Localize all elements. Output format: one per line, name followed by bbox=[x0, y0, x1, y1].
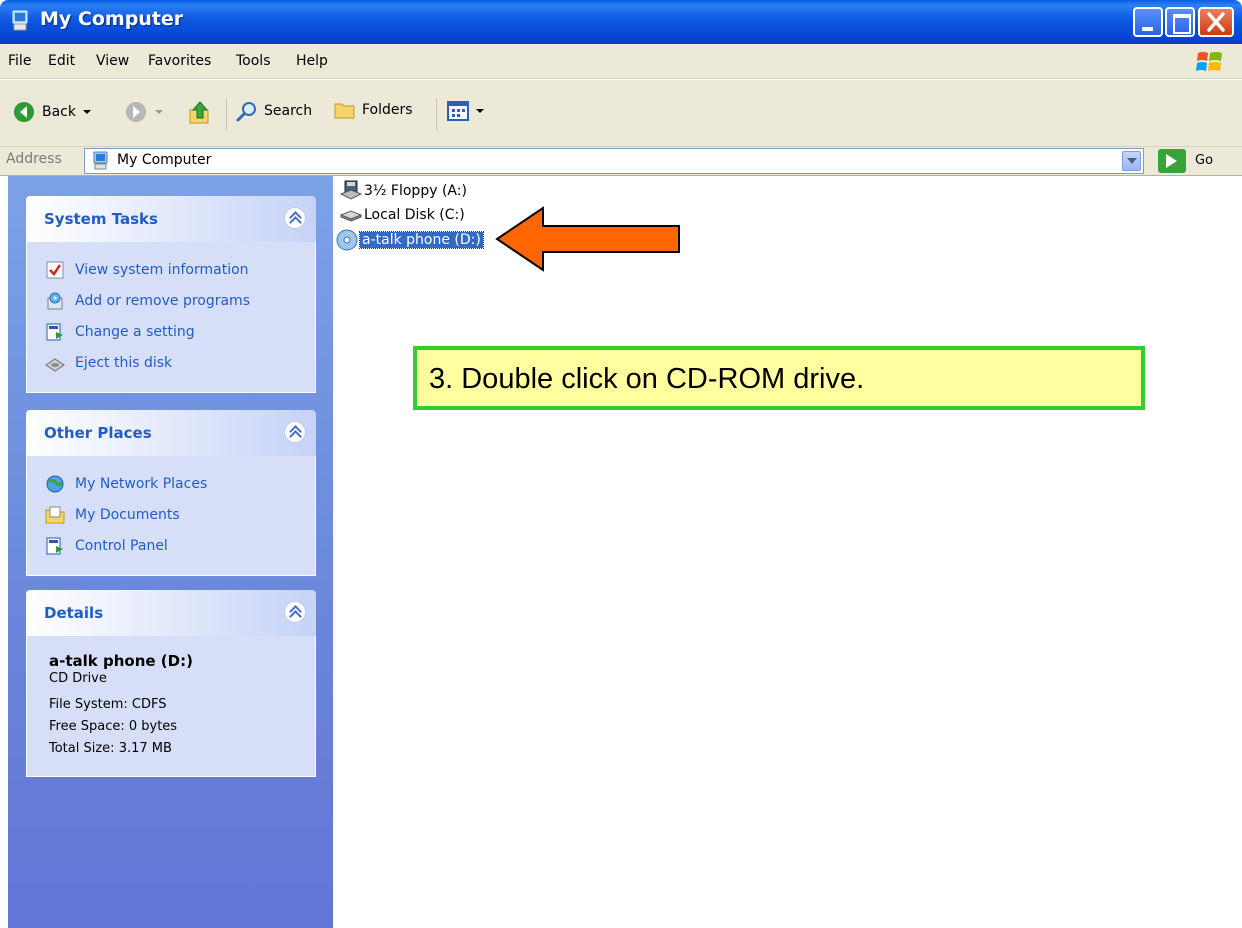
details-free-space: Free Space: 0 bytes bbox=[49, 719, 178, 734]
menu-favorites[interactable]: Favorites bbox=[148, 53, 211, 69]
control-panel-icon bbox=[46, 323, 63, 340]
toolbar-separator bbox=[436, 98, 437, 130]
task-view-system-information[interactable]: View system information bbox=[45, 254, 303, 285]
windows-logo-icon bbox=[1196, 52, 1222, 71]
task-label: Add or remove programs bbox=[75, 292, 250, 309]
add-remove-programs-icon bbox=[47, 292, 63, 309]
details-drive-type: CD Drive bbox=[49, 671, 107, 686]
address-input[interactable]: My Computer bbox=[84, 148, 1144, 174]
search-label: Search bbox=[264, 103, 313, 119]
task-label: View system information bbox=[75, 261, 249, 278]
details-total-size: Total Size: 3.17 MB bbox=[49, 741, 172, 756]
close-icon bbox=[1207, 12, 1225, 32]
views-button[interactable] bbox=[446, 100, 484, 122]
close-button[interactable] bbox=[1198, 7, 1234, 37]
address-bar: Address My Computer Go bbox=[0, 147, 1242, 176]
forward-button[interactable] bbox=[124, 100, 164, 124]
pointer-arrow-annotation bbox=[495, 206, 680, 272]
drive-item-cd-rom[interactable]: a-talk phone (D:) bbox=[336, 229, 484, 251]
system-tasks-title: System Tasks bbox=[44, 210, 158, 228]
menu-tools[interactable]: Tools bbox=[236, 53, 271, 69]
back-label: Back bbox=[42, 104, 76, 120]
folders-button[interactable]: Folders bbox=[334, 100, 413, 120]
go-button-label[interactable]: Go bbox=[1195, 153, 1213, 168]
menu-edit[interactable]: Edit bbox=[48, 53, 75, 69]
back-arrow-icon bbox=[14, 102, 34, 122]
my-computer-icon bbox=[93, 151, 108, 170]
up-folder-button[interactable] bbox=[188, 100, 212, 126]
system-tasks-header[interactable]: System Tasks bbox=[26, 196, 316, 242]
floppy-drive-icon bbox=[340, 180, 362, 200]
toolbar-separator bbox=[226, 98, 227, 130]
collapse-icon[interactable] bbox=[284, 601, 306, 623]
task-label: Eject this disk bbox=[75, 354, 173, 371]
task-label: Change a setting bbox=[75, 323, 195, 340]
toolbar: Back Search Folders bbox=[0, 80, 1242, 147]
control-panel-icon bbox=[46, 537, 63, 554]
place-my-documents[interactable]: My Documents bbox=[45, 499, 303, 530]
details-header[interactable]: Details bbox=[26, 590, 316, 636]
details-title: Details bbox=[44, 604, 104, 622]
window-title: My Computer bbox=[40, 8, 184, 30]
maximize-button[interactable] bbox=[1165, 7, 1195, 37]
cd-drive-icon bbox=[336, 229, 358, 251]
place-control-panel[interactable]: Control Panel bbox=[45, 530, 303, 561]
chevron-down-icon[interactable] bbox=[82, 108, 92, 116]
drive-item-local-disk[interactable]: Local Disk (C:) bbox=[340, 204, 465, 226]
address-dropdown-button[interactable] bbox=[1122, 151, 1141, 171]
place-label: My Network Places bbox=[75, 475, 208, 492]
details-drive-name: a-talk phone (D:) bbox=[49, 652, 193, 670]
drive-label: 3½ Floppy (A:) bbox=[364, 183, 467, 199]
up-folder-icon bbox=[189, 101, 209, 124]
collapse-icon[interactable] bbox=[284, 207, 306, 229]
task-pane: System Tasks View system information Add… bbox=[8, 176, 333, 928]
minimize-button[interactable] bbox=[1133, 7, 1163, 37]
menu-help[interactable]: Help bbox=[296, 53, 328, 69]
place-label: My Documents bbox=[75, 506, 180, 523]
details-panel: Details a-talk phone (D:) CD Drive File … bbox=[26, 590, 316, 777]
search-icon bbox=[236, 102, 256, 122]
other-places-header[interactable]: Other Places bbox=[26, 410, 316, 456]
place-my-network-places[interactable]: My Network Places bbox=[45, 468, 303, 499]
address-value: My Computer bbox=[117, 152, 212, 168]
details-body: a-talk phone (D:) CD Drive File System: … bbox=[26, 636, 316, 777]
chevron-down-icon[interactable] bbox=[154, 108, 164, 116]
details-file-system: File System: CDFS bbox=[49, 697, 167, 712]
views-icon bbox=[447, 101, 469, 121]
system-tasks-list: View system information Add or remove pr… bbox=[26, 242, 316, 393]
forward-arrow-icon bbox=[126, 102, 146, 122]
eject-disk-icon bbox=[45, 357, 65, 372]
menu-bar: File Edit View Favorites Tools Help bbox=[0, 44, 1242, 79]
address-label: Address bbox=[6, 151, 62, 167]
my-documents-icon bbox=[45, 506, 65, 523]
task-eject-this-disk[interactable]: Eject this disk bbox=[45, 347, 303, 378]
other-places-title: Other Places bbox=[44, 424, 152, 442]
task-add-remove-programs[interactable]: Add or remove programs bbox=[45, 285, 303, 316]
drive-label: a-talk phone (D:) bbox=[359, 231, 484, 249]
network-places-icon bbox=[46, 475, 64, 492]
instruction-callout: 3. Double click on CD-ROM drive. bbox=[413, 346, 1145, 410]
place-label: Control Panel bbox=[75, 537, 168, 554]
callout-text: 3. Double click on CD-ROM drive. bbox=[429, 363, 865, 395]
menu-file[interactable]: File bbox=[8, 53, 31, 69]
drive-item-floppy[interactable]: 3½ Floppy (A:) bbox=[340, 180, 467, 202]
chevron-down-icon[interactable] bbox=[476, 107, 484, 115]
title-bar[interactable]: My Computer bbox=[0, 0, 1242, 44]
hard-disk-icon bbox=[340, 210, 362, 222]
system-tasks-panel: System Tasks View system information Add… bbox=[26, 196, 316, 393]
go-arrow-icon[interactable] bbox=[1158, 149, 1186, 173]
back-button[interactable]: Back bbox=[12, 100, 92, 124]
search-button[interactable]: Search bbox=[236, 100, 312, 122]
system-info-icon bbox=[46, 261, 64, 278]
my-computer-icon bbox=[12, 10, 28, 31]
task-change-a-setting[interactable]: Change a setting bbox=[45, 316, 303, 347]
menu-view[interactable]: View bbox=[96, 53, 129, 69]
collapse-icon[interactable] bbox=[284, 421, 306, 443]
other-places-list: My Network Places My Documents Control P… bbox=[26, 456, 316, 576]
drive-label: Local Disk (C:) bbox=[364, 207, 465, 223]
folder-icon bbox=[334, 103, 355, 119]
other-places-panel: Other Places My Network Places My Docume… bbox=[26, 410, 316, 576]
folders-label: Folders bbox=[362, 102, 413, 118]
